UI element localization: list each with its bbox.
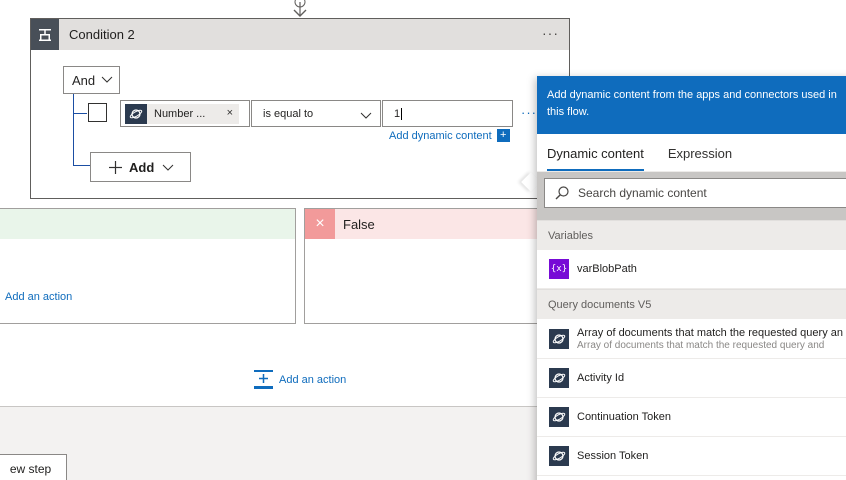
- connector-arrow-icon: [293, 0, 307, 17]
- search-placeholder: Search dynamic content: [578, 186, 707, 200]
- dynamic-content-panel: Add dynamic content from the apps and co…: [537, 76, 846, 480]
- dynamic-content-search-input[interactable]: Search dynamic content: [544, 178, 846, 208]
- add-row-label: Add: [129, 159, 155, 175]
- false-branch-title: False: [343, 216, 375, 232]
- new-step-button[interactable]: ew step: [0, 454, 67, 480]
- true-add-action-link[interactable]: Add an action: [5, 291, 72, 303]
- variable-icon: {x}: [549, 259, 569, 279]
- item-text: Array of documents that match the reques…: [577, 327, 843, 351]
- item-label: Activity Id: [577, 372, 625, 384]
- plus-icon: +: [496, 129, 510, 142]
- add-dynamic-content-label: Add dynamic content: [389, 129, 492, 142]
- cosmos-db-icon: [549, 368, 569, 388]
- section-header-variables[interactable]: Variables: [537, 220, 846, 250]
- group-operator-dropdown[interactable]: And: [63, 66, 120, 94]
- list-item[interactable]: Session Token: [537, 437, 846, 476]
- list-item[interactable]: Activity Id: [537, 359, 846, 398]
- item-label: Session Token: [577, 450, 649, 462]
- chevron-down-icon: [101, 76, 113, 83]
- section-header-query-documents[interactable]: Query documents V5: [537, 289, 846, 319]
- list-item[interactable]: Continuation Token: [537, 398, 846, 437]
- remove-token-icon[interactable]: ×: [227, 107, 233, 119]
- list-item[interactable]: Array of documents that match the reques…: [537, 319, 846, 359]
- operator-dropdown[interactable]: is equal to: [251, 100, 381, 127]
- condition-more-button[interactable]: ···: [542, 25, 559, 41]
- add-dynamic-content-link[interactable]: Add dynamic content +: [389, 129, 510, 142]
- tree-line: [73, 94, 74, 165]
- tab-dynamic-content[interactable]: Dynamic content: [547, 146, 644, 171]
- true-branch-header[interactable]: [0, 209, 295, 239]
- search-icon: [555, 186, 569, 200]
- dynamic-content-tabs: Dynamic content Expression: [537, 134, 846, 172]
- cosmos-db-icon: [549, 407, 569, 427]
- tree-line: [73, 113, 87, 114]
- add-row-button[interactable]: Add: [90, 152, 191, 182]
- tree-line: [73, 165, 91, 166]
- item-label: Continuation Token: [577, 411, 671, 423]
- cosmos-db-icon: [125, 104, 147, 124]
- item-label: varBlobPath: [577, 263, 637, 275]
- chevron-down-icon: [162, 164, 174, 171]
- item-label: Array of documents that match the reques…: [577, 326, 843, 339]
- close-icon: ×: [305, 209, 335, 239]
- chevron-down-icon: [360, 112, 372, 119]
- false-branch-card: × False: [304, 208, 544, 324]
- list-item[interactable]: {x} varBlobPath: [537, 250, 846, 289]
- add-action-label: Add an action: [279, 373, 347, 386]
- tab-expression[interactable]: Expression: [668, 146, 732, 171]
- condition-icon: [31, 19, 59, 50]
- search-container: Search dynamic content: [537, 172, 846, 220]
- true-branch-card: Add an action: [0, 208, 296, 324]
- token-label: Number ...: [154, 108, 206, 120]
- cosmos-db-icon: [549, 328, 569, 349]
- false-branch-header[interactable]: × False: [305, 209, 543, 239]
- row-more-button[interactable]: ···: [521, 105, 537, 120]
- condition-header[interactable]: Condition 2: [31, 19, 569, 50]
- operator-label: is equal to: [263, 107, 314, 120]
- plus-icon: [109, 160, 122, 174]
- add-action-link[interactable]: Add an action: [254, 370, 346, 389]
- condition-card: Condition 2 ··· And Number ... × is equa…: [30, 18, 570, 199]
- item-description: Array of documents that match the reques…: [577, 339, 825, 351]
- condition-title[interactable]: Condition 2: [69, 27, 135, 42]
- group-operator-label: And: [72, 72, 96, 88]
- right-operand-input[interactable]: 1: [382, 100, 513, 127]
- left-operand-field[interactable]: Number ... ×: [120, 100, 250, 127]
- text-cursor: [401, 107, 403, 120]
- right-operand-value: 1: [394, 107, 401, 120]
- row-select-checkbox[interactable]: [88, 103, 107, 122]
- dynamic-content-header: Add dynamic content from the apps and co…: [537, 76, 846, 134]
- cosmos-db-icon: [549, 446, 569, 466]
- dynamic-token[interactable]: Number ... ×: [125, 104, 239, 124]
- add-action-icon: [254, 370, 273, 389]
